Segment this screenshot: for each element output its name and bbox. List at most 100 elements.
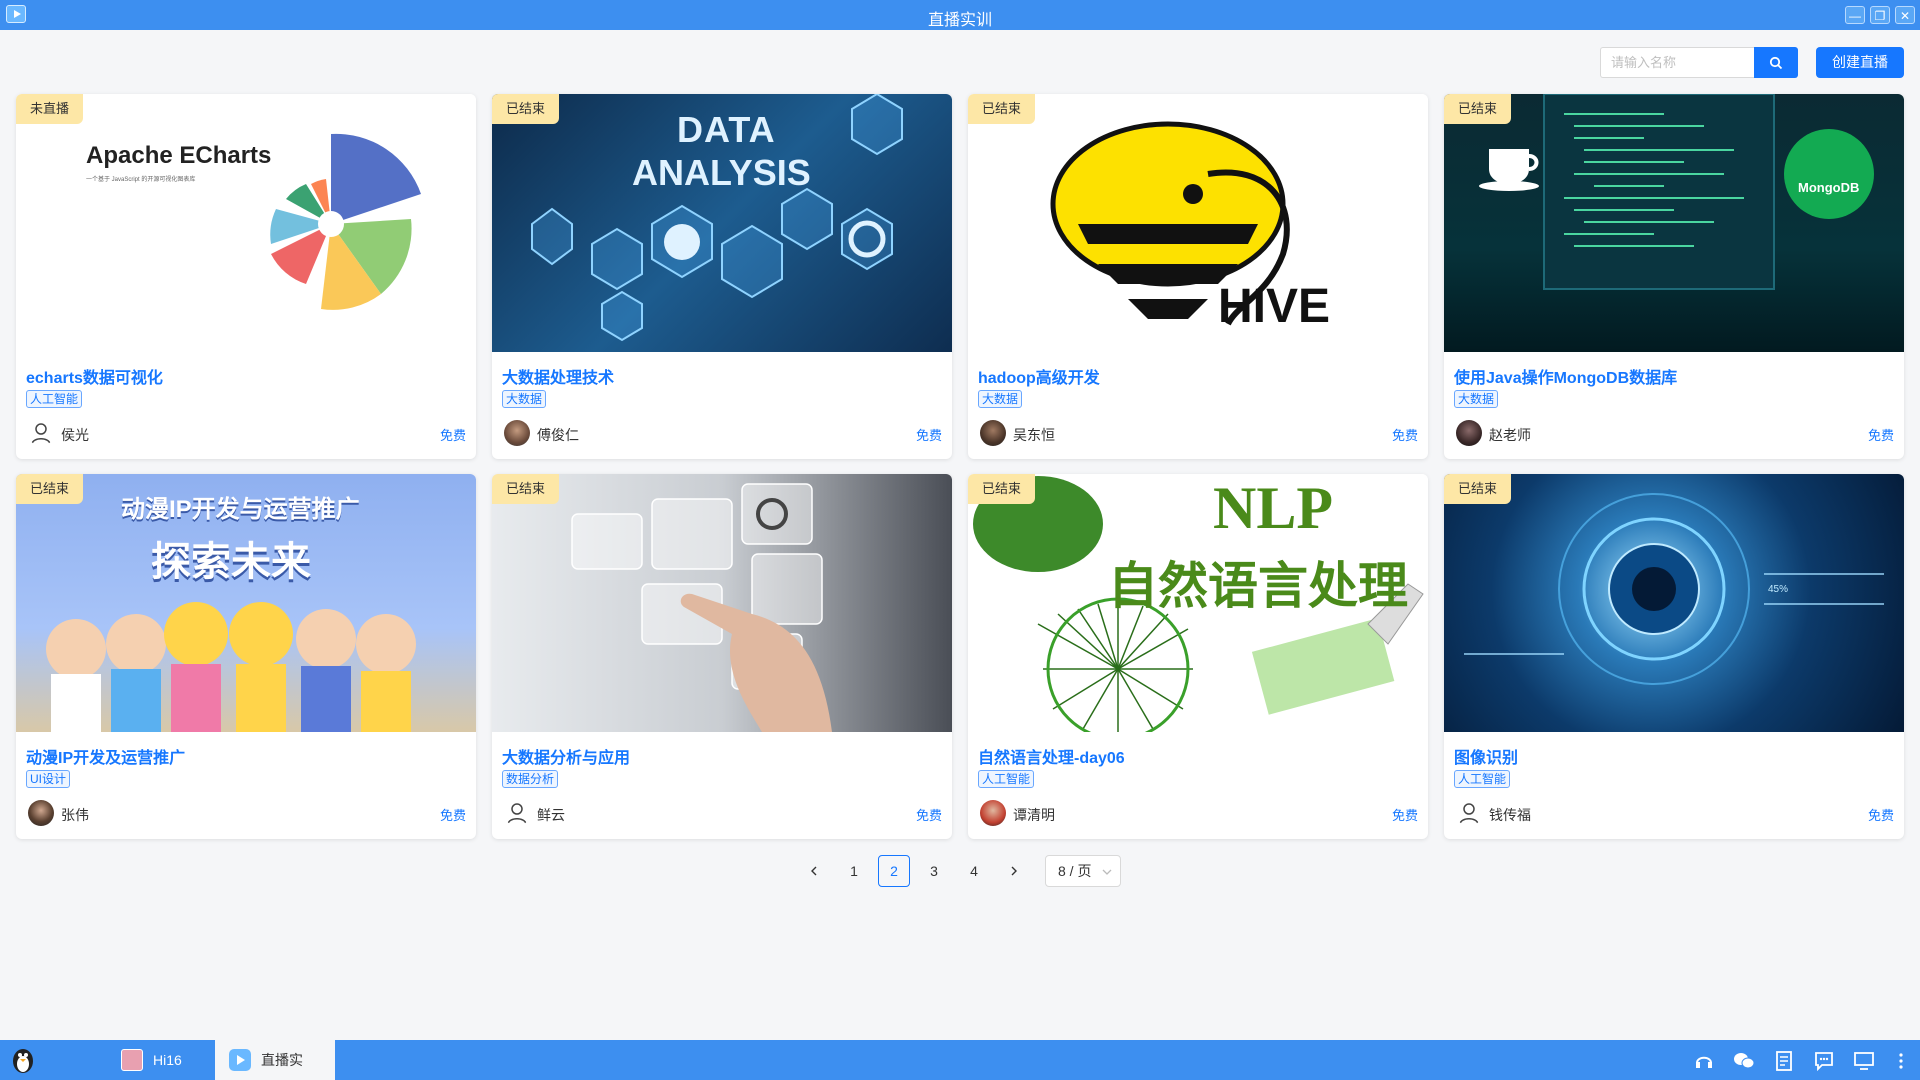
course-card[interactable]: HIVE 已结束 hadoop高级开发 大数据 吴东恒 免费 [968, 94, 1428, 459]
taskbar-item-label: Hi16 [153, 1052, 182, 1068]
course-thumbnail: HIVE [968, 94, 1428, 352]
page-3-button[interactable]: 3 [918, 855, 950, 887]
status-badge: 已结束 [1444, 94, 1512, 124]
price-label: 免费 [1391, 428, 1418, 443]
author-name: 谭清明 [1013, 807, 1055, 823]
author-name: 鲜云 [537, 807, 565, 823]
characters-graphic [46, 602, 416, 732]
page-2-button[interactable]: 2 [878, 855, 910, 887]
category-tag: 数据分析 [502, 770, 559, 788]
penguin-start-icon[interactable] [8, 1045, 38, 1075]
next-page-button[interactable] [998, 855, 1030, 887]
course-thumbnail: NLP 自然语言处理 [968, 474, 1428, 732]
category-tag: 人工智能 [1454, 770, 1511, 788]
course-title[interactable]: 动漫IP开发及运营推广 [26, 744, 185, 768]
category-tag: 人工智能 [26, 390, 83, 408]
course-title[interactable]: echarts数据可视化 [26, 364, 163, 388]
hive-logo [1050, 121, 1290, 326]
course-title[interactable]: 图像识别 [1454, 744, 1518, 768]
thumb-percent: 45% [1768, 584, 1789, 595]
close-button[interactable]: ✕ [1895, 6, 1915, 24]
document-icon[interactable] [1773, 1050, 1795, 1072]
search-button[interactable] [1754, 47, 1798, 78]
price-label: 免费 [1867, 808, 1894, 823]
course-thumbnail: 45% [1444, 474, 1904, 732]
avatar [504, 420, 530, 446]
course-title[interactable]: 使用Java操作MongoDB数据库 [1454, 364, 1677, 388]
pie-chart-graphic [270, 133, 421, 310]
status-badge: 已结束 [1444, 474, 1512, 504]
price-label: 免费 [1391, 808, 1418, 823]
price-label: 免费 [439, 808, 466, 823]
user-icon [1456, 800, 1482, 826]
author-name: 侯光 [61, 427, 89, 443]
course-card[interactable]: 45% 已结束 图像识别 人工智能 钱传福 免费 [1444, 474, 1904, 839]
course-thumbnail: 动漫IP开发与运营推广 探索未来 [16, 474, 476, 732]
course-card[interactable]: 动漫IP开发与运营推广 探索未来 已结束 动漫IP开发及运营推广 UI设计 张伟… [16, 474, 476, 839]
course-title[interactable]: hadoop高级开发 [978, 364, 1100, 388]
avatar [980, 420, 1006, 446]
minimize-button[interactable]: — [1845, 6, 1865, 24]
author-name: 吴东恒 [1013, 427, 1055, 443]
more-options-icon[interactable] [1890, 1050, 1912, 1072]
category-tag: 大数据 [978, 390, 1023, 408]
thumb-subheading: 自然语言处理 [1108, 558, 1408, 614]
status-badge: 已结束 [968, 474, 1036, 504]
status-badge: 已结束 [492, 94, 560, 124]
taskbar-item-live[interactable]: 直播实 [215, 1040, 335, 1080]
course-card[interactable]: Apache ECharts 一个基于 JavaScript 的开源可视化图表库… [16, 94, 476, 459]
course-title[interactable]: 大数据处理技术 [502, 364, 614, 388]
category-tag: 大数据 [502, 390, 547, 408]
message-icon[interactable] [1813, 1050, 1835, 1072]
course-thumbnail [492, 474, 952, 732]
title-bar: 直播实训 — ❐ ✕ [0, 0, 1920, 30]
thumb-subheading: 一个基于 JavaScript 的开源可视化图表库 [86, 177, 196, 183]
price-label: 免费 [915, 808, 942, 823]
author-name: 张伟 [61, 807, 89, 823]
chevron-right-icon [1011, 866, 1017, 876]
avatar [28, 800, 54, 826]
prev-page-button[interactable] [798, 855, 830, 887]
course-title[interactable]: 大数据分析与应用 [502, 744, 630, 768]
taskbar-item-label: 直播实 [261, 1052, 303, 1068]
window-title: 直播实训 [927, 12, 992, 29]
thumb-heading: NLP [1213, 475, 1333, 541]
status-badge: 未直播 [16, 94, 84, 124]
price-label: 免费 [1867, 428, 1894, 443]
avatar [980, 800, 1006, 826]
taskbar-item-hi16[interactable]: Hi16 [107, 1040, 215, 1080]
category-tag: 大数据 [1454, 390, 1499, 408]
search-icon [1769, 56, 1783, 69]
category-tag: 人工智能 [978, 770, 1035, 788]
course-card[interactable]: NLP 自然语言处理 已结束 自然语言处理-day06 人工智能 谭清明 免费 [968, 474, 1428, 839]
page-4-button[interactable]: 4 [958, 855, 990, 887]
author-name: 傅俊仁 [537, 427, 579, 443]
hi16-app-icon [121, 1049, 143, 1071]
wechat-icon[interactable] [1733, 1050, 1755, 1072]
author-name: 钱传福 [1489, 807, 1531, 823]
code-graphic [1479, 94, 1874, 290]
page-size-value: 8 / 页 [1058, 863, 1092, 879]
live-app-icon [229, 1049, 251, 1071]
hexagon-graphic [531, 94, 903, 342]
create-live-button[interactable]: 创建直播 [1816, 47, 1904, 78]
course-thumbnail: Apache ECharts 一个基于 JavaScript 的开源可视化图表库 [16, 94, 476, 352]
page-1-button[interactable]: 1 [838, 855, 870, 887]
course-title[interactable]: 自然语言处理-day06 [978, 744, 1125, 768]
course-card[interactable]: DATA ANALYSIS 已结束 大数据处理技术 大数据 傅俊仁 免费 [492, 94, 952, 459]
status-badge: 已结束 [16, 474, 84, 504]
author-name: 赵老师 [1489, 427, 1531, 443]
user-icon [28, 420, 54, 446]
maximize-button[interactable]: ❐ [1870, 6, 1890, 24]
status-badge: 已结束 [492, 474, 560, 504]
page-size-select[interactable]: 8 / 页 [1045, 855, 1121, 887]
course-card[interactable]: MongoDB 已结束 使用Java操作MongoDB数据库 大数据 赵老师 免… [1444, 94, 1904, 459]
headset-icon[interactable] [1693, 1050, 1715, 1072]
monitor-icon[interactable] [1853, 1050, 1875, 1072]
eye-graphic [1464, 493, 1884, 685]
status-badge: 已结束 [968, 94, 1036, 124]
chevron-down-icon [1102, 869, 1112, 875]
search-input[interactable] [1600, 47, 1754, 78]
course-card[interactable]: 已结束 大数据分析与应用 数据分析 鲜云 免费 [492, 474, 952, 839]
course-thumbnail: MongoDB [1444, 94, 1904, 352]
